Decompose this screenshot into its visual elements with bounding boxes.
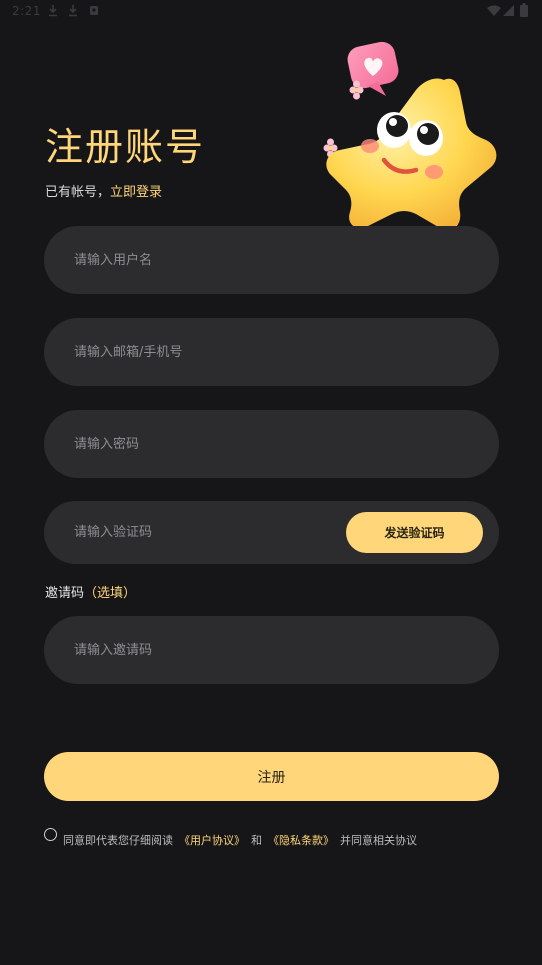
agreement-text: 同意即代表您仔细阅读 《用户协议》和《隐私条款》 并同意相关协议 [63,832,417,848]
storage-icon [90,6,98,15]
login-link[interactable]: 立即登录 [110,185,162,200]
download-icon [49,5,57,17]
status-bar: 2:21 [0,0,542,24]
password-input[interactable] [44,410,499,478]
login-prompt: 已有帐号，立即登录 [45,181,162,200]
download-icon [69,5,77,17]
invite-code-label-text: 邀请码 [45,586,85,601]
email-phone-input[interactable] [44,318,499,386]
invite-optional-tag: （选填） [84,586,137,601]
register-button[interactable]: 注册 [44,752,499,801]
register-screen: 2:21 注册账号 已有帐号，立即登录 请输入用户名 请输入邮箱/手机号 请输入… [0,0,542,965]
send-code-button[interactable]: 发送验证码 [346,512,483,553]
invite-code-input[interactable] [44,616,499,684]
username-input[interactable] [44,226,499,294]
invite-code-field[interactable] [44,616,499,684]
agreement-prefix: 同意即代表您仔细阅读 [63,834,173,847]
login-prompt-text: 已有帐号， [45,185,111,200]
invite-code-label: 邀请码（选填） [45,582,136,601]
privacy-policy-link[interactable]: 《隐私条款》 [268,834,334,847]
account-field[interactable] [44,318,499,386]
battery-icon [520,3,528,17]
signal-icon [503,5,514,16]
wifi-icon [487,5,501,16]
verification-code-input[interactable] [44,501,344,564]
agreement-radio[interactable] [44,828,57,841]
agreement-suffix: 并同意相关协议 [340,834,417,847]
agreement-and: 和 [251,834,262,847]
verification-code-field[interactable]: 发送验证码 [44,501,499,564]
page-title: 注册账号 [45,125,206,169]
password-field[interactable] [44,410,499,478]
user-agreement-link[interactable]: 《用户协议》 [179,834,245,847]
username-field[interactable] [44,226,499,294]
star-mascot-illustration [323,41,497,231]
status-time: 2:21 [12,4,41,18]
